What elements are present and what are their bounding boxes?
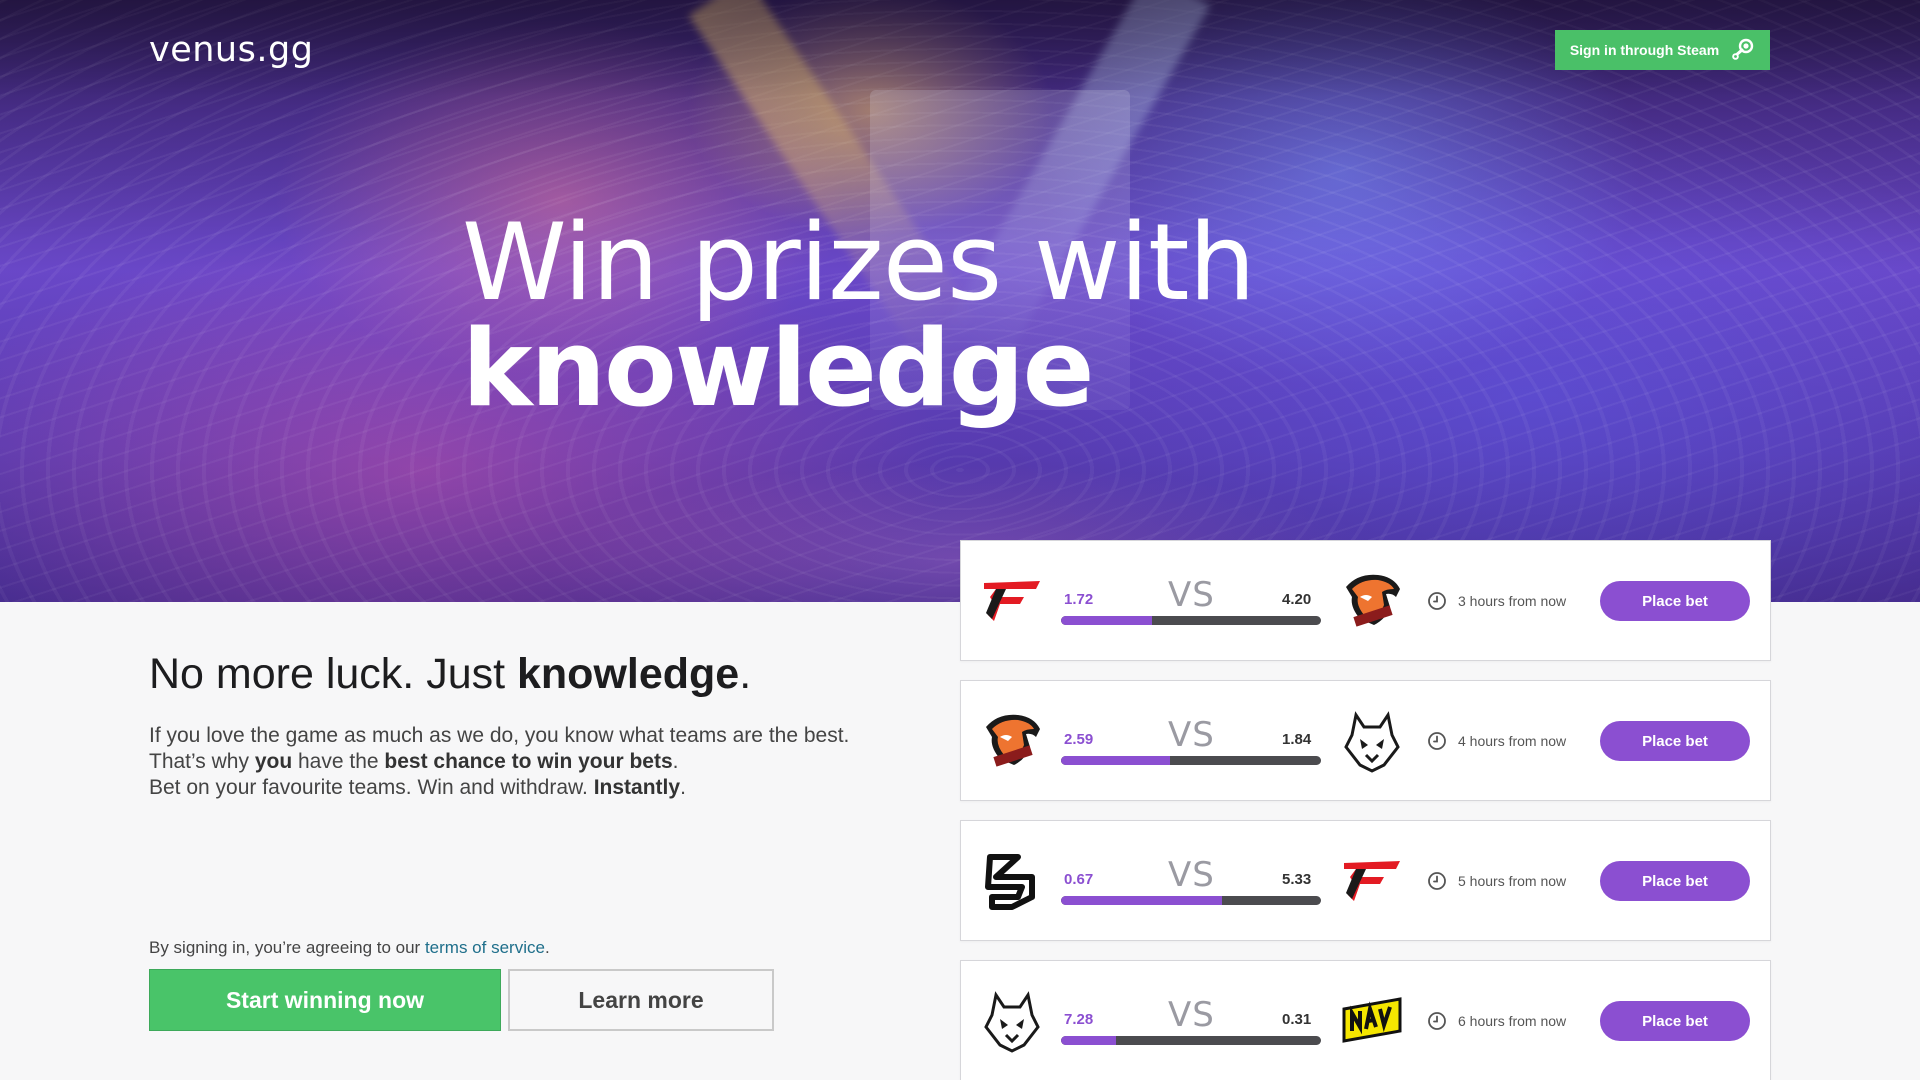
team-logo-left (978, 567, 1046, 635)
clock-icon (1428, 1012, 1446, 1030)
team-logo-right (1338, 567, 1406, 635)
clock-icon (1428, 732, 1446, 750)
vs-label: VS (1168, 575, 1215, 615)
match-card: 0.67 VS 5.33 5 hours from now Place bet (960, 820, 1771, 941)
hero-line-2: knowledge (462, 307, 1095, 430)
intro-text: . (680, 776, 686, 799)
clock-icon (1428, 592, 1446, 610)
match-card: 2.59 VS 1.84 4 hours from now Place bet (960, 680, 1771, 801)
intro-text: Bet on your favourite teams. Win and wit… (149, 776, 594, 799)
intro-emphasis: you (254, 750, 293, 773)
team-logo-right (1338, 847, 1406, 915)
odds-bar-fill (1061, 756, 1171, 765)
hero-line-1: Win prizes with (462, 201, 1256, 324)
vs-label: VS (1168, 715, 1215, 755)
place-bet-button[interactable]: Place bet (1600, 721, 1750, 761)
odds-left: 7.28 (1064, 1011, 1094, 1028)
intro-line-3: Bet on your favourite teams. Win and wit… (149, 775, 849, 801)
learn-more-button[interactable]: Learn more (508, 969, 774, 1031)
place-bet-button[interactable]: Place bet (1600, 581, 1750, 621)
hero-headline: Win prizes with knowledge (462, 201, 1256, 430)
intro-description: If you love the game as much as we do, y… (149, 723, 849, 801)
odds-left: 0.67 (1064, 871, 1094, 888)
odds-bar-fill (1061, 616, 1152, 625)
intro-title-bold: knowledge (517, 650, 740, 698)
intro-title-end: . (739, 650, 752, 698)
match-time: 6 hours from now (1458, 1013, 1567, 1029)
odds-right: 5.33 (1282, 871, 1312, 888)
intro-emphasis: Instantly (593, 776, 681, 799)
odds-right: 1.84 (1282, 731, 1312, 748)
odds-bar-fill (1061, 1036, 1116, 1045)
intro-line-1: If you love the game as much as we do, y… (149, 724, 850, 747)
team-logo-left (978, 707, 1046, 775)
team-logo-right (1338, 707, 1406, 775)
intro-text: have the (292, 750, 385, 773)
intro-emphasis: best chance to win your bets (384, 750, 673, 773)
clock-icon (1428, 872, 1446, 890)
match-time: 3 hours from now (1458, 593, 1567, 609)
odds-right: 4.20 (1282, 591, 1312, 608)
intro-text: . (672, 750, 679, 773)
terms-link[interactable]: terms of service (425, 938, 545, 957)
start-winning-button[interactable]: Start winning now (149, 969, 501, 1031)
team-logo-left (978, 987, 1046, 1055)
vs-label: VS (1168, 855, 1215, 895)
vs-label: VS (1168, 995, 1215, 1035)
steam-icon (1732, 38, 1754, 60)
intro-line-2: That’s why you have the best chance to w… (149, 749, 849, 775)
terms-prefix: By signing in, you’re agreeing to our (149, 938, 425, 957)
site-logo[interactable]: venus.gg (149, 30, 313, 70)
terms-suffix: . (544, 938, 550, 957)
odds-left: 1.72 (1064, 591, 1094, 608)
place-bet-button[interactable]: Place bet (1600, 1001, 1750, 1041)
intro-text: That’s why (149, 750, 255, 773)
intro-title: No more luck. Just knowledge. (149, 650, 751, 699)
steam-signin-label: Sign in through Steam (1569, 42, 1720, 58)
match-card: 1.72 VS 4.20 3 hours from now Place bet (960, 540, 1771, 661)
team-logo-right (1338, 987, 1406, 1055)
steam-signin-button[interactable]: Sign in through Steam (1555, 30, 1770, 70)
odds-bar (1061, 1036, 1321, 1045)
match-card: 7.28 VS 0.31 6 hours from now Place bet (960, 960, 1771, 1080)
odds-bar (1061, 756, 1321, 765)
odds-bar (1061, 616, 1321, 625)
match-list: 1.72 VS 4.20 3 hours from now Place bet … (960, 540, 1771, 1080)
place-bet-button[interactable]: Place bet (1600, 861, 1750, 901)
odds-right: 0.31 (1282, 1011, 1312, 1028)
match-time: 4 hours from now (1458, 733, 1567, 749)
odds-left: 2.59 (1064, 731, 1094, 748)
page: venus.gg Sign in through Steam Win prize… (0, 0, 1920, 1080)
terms-notice: By signing in, you’re agreeing to our te… (149, 938, 550, 958)
intro-title-plain: No more luck. Just (149, 650, 517, 698)
match-time: 5 hours from now (1458, 873, 1567, 889)
team-logo-left (978, 847, 1046, 915)
odds-bar (1061, 896, 1321, 905)
odds-bar-fill (1061, 896, 1223, 905)
